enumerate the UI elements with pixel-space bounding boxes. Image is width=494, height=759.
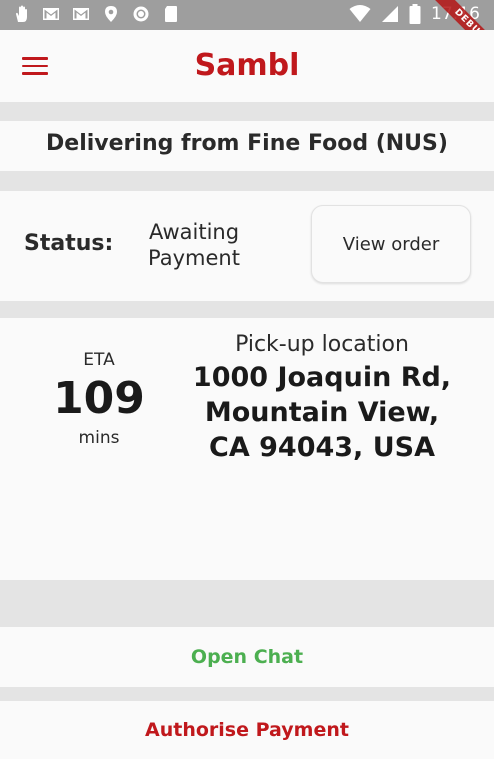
delivering-card: Delivering from Fine Food (NUS) bbox=[0, 121, 494, 171]
view-order-button[interactable]: View order bbox=[311, 205, 471, 283]
hand-icon bbox=[16, 5, 27, 22]
sd-card-icon bbox=[165, 6, 177, 22]
status-label: Status: bbox=[24, 231, 114, 256]
delivering-from-text: Delivering from Fine Food (NUS) bbox=[46, 131, 448, 156]
signal-icon bbox=[382, 6, 398, 22]
pickup-address: 1000 Joaquin Rd, Mountain View, CA 94043… bbox=[192, 362, 452, 463]
status-value: Awaiting Payment bbox=[148, 220, 240, 270]
eta-label: ETA bbox=[83, 350, 115, 370]
clock-time: 17:16 bbox=[431, 4, 480, 24]
battery-icon bbox=[409, 4, 421, 24]
system-icons: 17:16 bbox=[349, 4, 480, 24]
pickup-location-label: Pick-up location bbox=[235, 332, 409, 357]
status-card: Status: Awaiting Payment View order bbox=[0, 191, 494, 301]
status-bar: 17:16 bbox=[0, 0, 494, 30]
circle-icon bbox=[133, 6, 149, 22]
gmail-icon bbox=[73, 8, 89, 20]
gmail-icon bbox=[43, 8, 59, 20]
app-title: Sambl bbox=[194, 48, 300, 83]
app-bar: Sambl bbox=[0, 30, 494, 102]
eta-value: 109 bbox=[53, 373, 145, 424]
eta-unit: mins bbox=[78, 428, 120, 448]
pickup-card: ETA 109 mins Pick-up location 1000 Joaqu… bbox=[0, 318, 494, 580]
notification-icons bbox=[12, 5, 180, 23]
location-icon bbox=[105, 6, 117, 22]
wifi-icon bbox=[349, 5, 371, 22]
authorise-payment-button[interactable]: Authorise Payment bbox=[0, 701, 494, 759]
open-chat-button[interactable]: Open Chat bbox=[0, 627, 494, 687]
